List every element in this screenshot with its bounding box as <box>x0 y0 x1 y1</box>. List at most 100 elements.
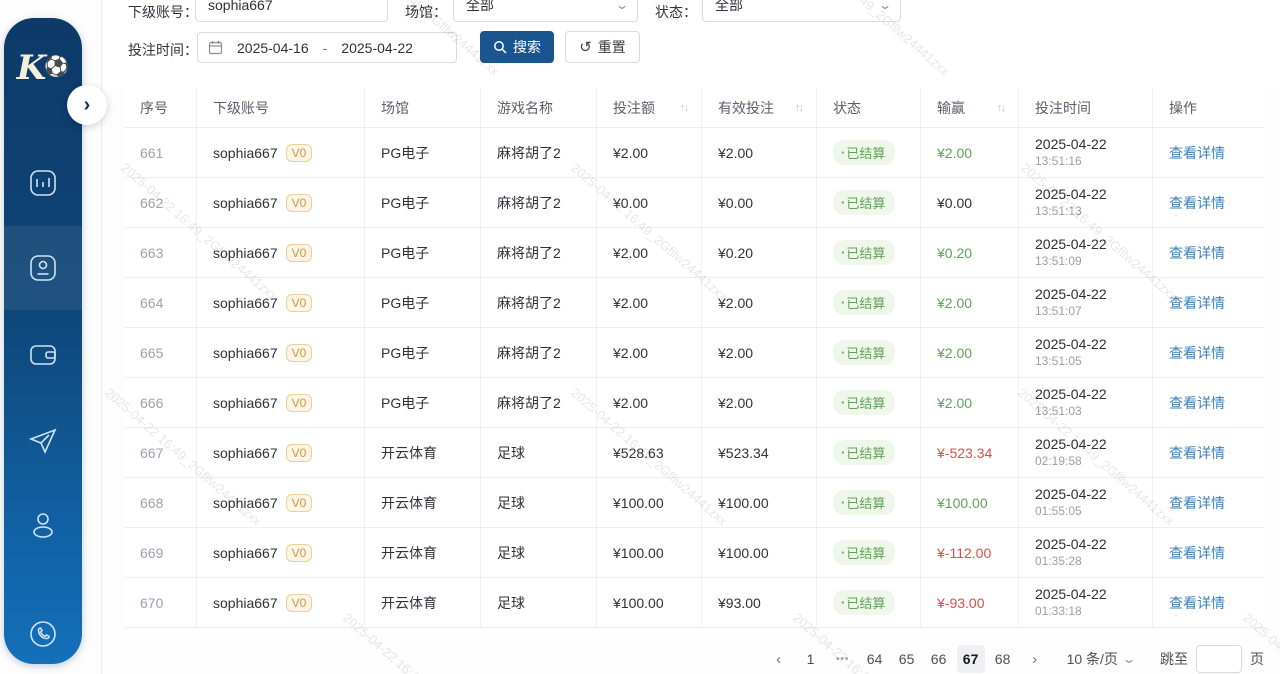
venue-cell: 开云体育 <box>365 428 481 477</box>
soccer-ball-icon: ⚽ <box>44 54 69 78</box>
date-range-picker[interactable]: 2025-04-16 - 2025-04-22 <box>197 32 457 63</box>
page-number[interactable]: 65 <box>893 645 921 673</box>
status-select[interactable]: 全部 ⌄ <box>702 0 901 22</box>
action-cell: 查看详情 <box>1153 378 1264 427</box>
status-cell: ·已结算 <box>817 378 921 427</box>
view-details-link[interactable]: 查看详情 <box>1169 543 1225 563</box>
bet-clock: 13:51:07 <box>1035 303 1082 320</box>
venue-select-value: 全部 <box>466 0 494 15</box>
bet-time-cell: 2025-04-22 13:51:03 <box>1019 378 1153 427</box>
sidebar-item-members[interactable] <box>4 226 82 310</box>
winloss-cell: ¥-112.00 <box>921 528 1019 577</box>
bet-date: 2025-04-22 <box>1035 286 1107 303</box>
status-badge: ·已结算 <box>833 490 895 515</box>
reset-icon: ↺ <box>579 38 592 56</box>
account-cell: sophia667 V0 <box>197 578 365 627</box>
bet-date: 2025-04-22 <box>1035 186 1107 203</box>
page-number[interactable]: 66 <box>925 645 953 673</box>
status-badge: ·已结算 <box>833 340 895 365</box>
sort-icon[interactable]: ↑↓ <box>997 102 1008 114</box>
page-number[interactable]: 67 <box>957 645 985 673</box>
view-details-link[interactable]: 查看详情 <box>1169 243 1225 263</box>
view-details-link[interactable]: 查看详情 <box>1169 193 1225 213</box>
column-header: 输赢↑↓ <box>921 88 1019 127</box>
bet-date: 2025-04-22 <box>1035 536 1107 553</box>
level-badge: V0 <box>286 444 313 462</box>
bet-amount-cell: ¥100.00 <box>597 478 702 527</box>
status-badge: ·已结算 <box>833 140 895 165</box>
venue-cell: 开云体育 <box>365 578 481 627</box>
view-details-link[interactable]: 查看详情 <box>1169 343 1225 363</box>
account-cell: sophia667 V0 <box>197 278 365 327</box>
brand-logo: K⚽ <box>4 48 82 88</box>
bet-time-cell: 2025-04-22 13:51:07 <box>1019 278 1153 327</box>
sidebar-item-stats[interactable] <box>4 141 82 225</box>
column-header: 序号 <box>124 88 197 127</box>
column-header: 下级账号 <box>197 88 365 127</box>
page-size-value: 10 条/页 <box>1067 649 1118 669</box>
game-cell: 麻将胡了2 <box>481 278 597 327</box>
page-number[interactable]: 1 <box>797 645 825 673</box>
action-cell: 查看详情 <box>1153 328 1264 377</box>
bet-time-cell: 2025-04-22 13:51:09 <box>1019 228 1153 277</box>
winloss-cell: ¥2.00 <box>921 328 1019 377</box>
search-button[interactable]: 搜索 <box>480 31 554 63</box>
reset-button[interactable]: ↺ 重置 <box>565 31 640 63</box>
sidebar-item-wallet[interactable] <box>4 313 82 397</box>
view-details-link[interactable]: 查看详情 <box>1169 493 1225 513</box>
page-number[interactable]: 68 <box>989 645 1017 673</box>
bet-clock: 13:51:09 <box>1035 253 1082 270</box>
page-number[interactable]: 64 <box>861 645 889 673</box>
status-badge: ·已结算 <box>833 240 895 265</box>
column-header: 投注额↑↓ <box>597 88 702 127</box>
table-row: 663 sophia667 V0 PG电子 麻将胡了2 ¥2.00 ¥0.20 … <box>124 228 1264 278</box>
column-header: 操作 <box>1153 88 1264 127</box>
more-pages[interactable]: ••• <box>829 645 857 673</box>
status-dot: · <box>841 545 845 560</box>
account-input[interactable]: sophia667 <box>195 0 388 22</box>
bet-time-cell: 2025-04-22 13:51:05 <box>1019 328 1153 377</box>
venue-select[interactable]: 全部 ⌄ <box>453 0 638 22</box>
sort-icon[interactable]: ↑↓ <box>795 102 806 114</box>
prev-page-button[interactable]: ‹ <box>765 645 793 673</box>
game-cell: 足球 <box>481 578 597 627</box>
status-dot: · <box>841 145 845 160</box>
action-cell: 查看详情 <box>1153 228 1264 277</box>
table-row: 669 sophia667 V0 开云体育 足球 ¥100.00 ¥100.00… <box>124 528 1264 578</box>
account-cell: sophia667 V0 <box>197 378 365 427</box>
action-cell: 查看详情 <box>1153 178 1264 227</box>
winloss-cell: ¥2.00 <box>921 128 1019 177</box>
status-dot: · <box>841 245 845 260</box>
calendar-icon <box>208 40 223 55</box>
sidebar-item-profile[interactable] <box>4 484 82 568</box>
sidebar-item-service[interactable] <box>4 592 82 674</box>
valid-bet-cell: ¥100.00 <box>702 528 817 577</box>
view-details-link[interactable]: 查看详情 <box>1169 393 1225 413</box>
venue-cell: PG电子 <box>365 328 481 377</box>
view-details-link[interactable]: 查看详情 <box>1169 143 1225 163</box>
table-row: 667 sophia667 V0 开云体育 足球 ¥528.63 ¥523.34… <box>124 428 1264 478</box>
account-input-value: sophia667 <box>208 0 273 13</box>
account-cell: sophia667 V0 <box>197 128 365 177</box>
table-row: 666 sophia667 V0 PG电子 麻将胡了2 ¥2.00 ¥2.00 … <box>124 378 1264 428</box>
status-cell: ·已结算 <box>817 278 921 327</box>
next-page-button[interactable]: › <box>1021 645 1049 673</box>
row-number: 668 <box>124 478 197 527</box>
view-details-link[interactable]: 查看详情 <box>1169 443 1225 463</box>
sidebar-item-promote[interactable] <box>4 398 82 482</box>
account-name: sophia667 <box>213 245 278 261</box>
status-cell: ·已结算 <box>817 528 921 577</box>
bet-records-table: 序号下级账号场馆游戏名称投注额↑↓有效投注↑↓状态输赢↑↓投注时间操作 661 … <box>124 88 1264 628</box>
valid-bet-cell: ¥93.00 <box>702 578 817 627</box>
jump-page-input[interactable] <box>1196 645 1242 673</box>
page-size-select[interactable]: 10 条/页 ⌄ <box>1067 649 1134 669</box>
view-details-link[interactable]: 查看详情 <box>1169 293 1225 313</box>
bet-date: 2025-04-22 <box>1035 586 1107 603</box>
row-number: 667 <box>124 428 197 477</box>
level-badge: V0 <box>286 394 313 412</box>
sort-icon[interactable]: ↑↓ <box>680 102 691 114</box>
view-details-link[interactable]: 查看详情 <box>1169 593 1225 613</box>
sidebar-expand-button[interactable]: › <box>67 85 107 125</box>
account-name: sophia667 <box>213 445 278 461</box>
account-cell: sophia667 V0 <box>197 428 365 477</box>
